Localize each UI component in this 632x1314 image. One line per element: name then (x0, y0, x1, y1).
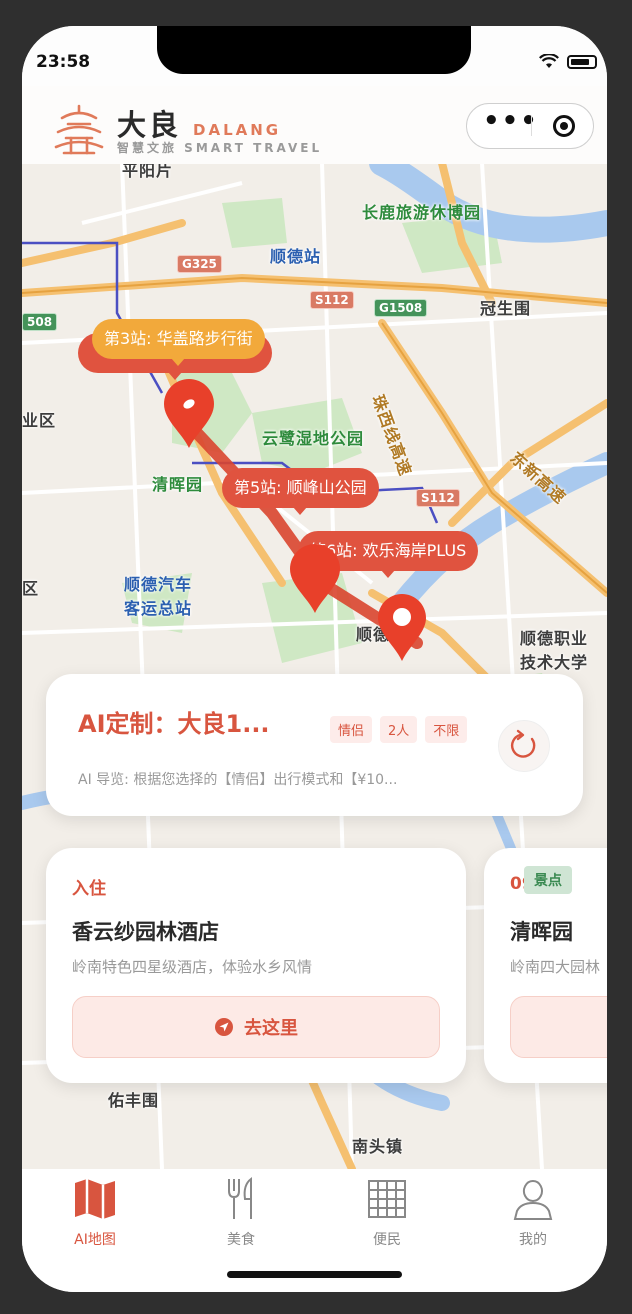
map-label-bus-station-2: 客运总站 (124, 599, 193, 618)
fork-knife-icon (228, 1176, 252, 1219)
miniprogram-capsule: ••• (466, 103, 594, 149)
go-here-label: 去这里 (244, 1018, 298, 1039)
map-label-college-1: 顺德职业 (520, 629, 589, 648)
ai-itinerary-description: AI 导览: 根据您选择的【情侣】出行模式和【¥10... (78, 772, 398, 788)
map-label-yunlu-park: 云鹭湿地公园 (262, 429, 365, 448)
tab-profile[interactable]: 我的 (460, 1177, 606, 1249)
road-shield-g1508: G1508 (374, 299, 428, 317)
pagoda-logo-icon (54, 104, 104, 155)
ai-itinerary-tags: 情侣 2人 不限 (330, 716, 468, 743)
map-label-district: 区 (22, 579, 40, 598)
notch (157, 26, 471, 74)
map-label-qinghui-garden: 清晖园 (152, 475, 204, 494)
poi-card-hotel[interactable]: 入住 香云纱园林酒店 岭南特色四星级酒店，体验水乡风情 去这里 (46, 848, 466, 1083)
home-indicator (227, 1271, 402, 1278)
capsule-divider (531, 116, 532, 136)
brand-name-en: DALANG (193, 121, 282, 139)
road-shield-g325: G325 (177, 255, 222, 273)
poi-name: 香云纱园林酒店 (72, 920, 219, 944)
map-pin-stop-3[interactable] (162, 378, 216, 450)
poi-badge: 景点 (524, 866, 572, 894)
tab-label: 我的 (519, 1232, 547, 1248)
close-target-icon[interactable] (553, 115, 575, 137)
tag-budget: 不限 (425, 716, 468, 743)
brand-subtitle: 智慧文旅 SMART TRAVEL (117, 141, 323, 155)
poi-card-attraction[interactable]: 09:00 景点 清晖园 岭南四大园林 (484, 848, 607, 1083)
tab-label: 便民 (373, 1232, 401, 1248)
poi-kind: 入住 (72, 879, 106, 899)
map-label-industrial: 业区 (22, 411, 57, 430)
map-label-changlu: 长鹿旅游休博园 (362, 203, 482, 222)
map-pin-stop-6[interactable] (376, 593, 428, 663)
stop-bubble-3[interactable]: 第3站: 华盖路步行街 (92, 319, 265, 366)
brand-name-cn: 大良 (117, 108, 182, 142)
refresh-button[interactable] (498, 720, 550, 772)
user-icon (513, 1180, 553, 1220)
map-label-bus-station-1: 顺德汽车 (124, 575, 193, 594)
map-label-youfeng: 佑丰围 (108, 1091, 160, 1110)
map-pin-stop-5[interactable] (288, 543, 342, 615)
phone-screen: 23:58 大良 DALANG 智慧文旅 SMART TRAVEL ••• 平阳… (22, 26, 607, 1292)
tab-label: AI地图 (74, 1232, 116, 1248)
map-label-nantou: 南头镇 (352, 1137, 404, 1156)
map-label-college-2: 技术大学 (520, 653, 589, 672)
map-icon (75, 1179, 115, 1219)
brand: 大良 DALANG (117, 102, 281, 144)
tag-mode: 情侣 (330, 716, 373, 743)
road-shield-508: 508 (22, 313, 58, 331)
tab-ai-map[interactable]: AI地图 (22, 1177, 168, 1249)
map-label-guansheng: 冠生围 (480, 299, 532, 318)
road-shield-s112-2: S112 (416, 489, 460, 507)
navigate-icon (215, 1018, 233, 1036)
road-shield-s112: S112 (310, 291, 354, 309)
grid-icon (368, 1180, 406, 1218)
poi-description: 岭南四大园林 (510, 958, 601, 976)
battery-icon (567, 55, 597, 69)
map-label-shunde-station: 顺德站 (270, 247, 322, 266)
tab-label: 美食 (227, 1232, 255, 1248)
poi-description: 岭南特色四星级酒店，体验水乡风情 (72, 958, 313, 976)
status-bar: 23:58 (22, 26, 607, 86)
stop-bubble-5[interactable]: 第5站: 顺峰山公园 (222, 468, 379, 515)
wifi-icon (539, 54, 559, 68)
ai-itinerary-title: AI定制：大良1... (78, 710, 270, 738)
map-label-pingyang: 平阳片 (122, 163, 174, 180)
ai-itinerary-card[interactable]: AI定制：大良1... 情侣 2人 不限 AI 导览: 根据您选择的【情侣】出行… (46, 674, 583, 816)
refresh-icon (510, 729, 536, 758)
tab-services[interactable]: 便民 (314, 1177, 460, 1249)
tab-food[interactable]: 美食 (168, 1176, 314, 1249)
status-icons (539, 54, 597, 70)
poi-name: 清晖园 (510, 920, 573, 944)
go-here-button[interactable] (510, 996, 607, 1058)
tag-people: 2人 (380, 716, 418, 743)
go-here-button[interactable]: 去这里 (72, 996, 440, 1058)
status-time: 23:58 (36, 52, 91, 72)
app-header: 大良 DALANG 智慧文旅 SMART TRAVEL ••• (22, 86, 607, 164)
